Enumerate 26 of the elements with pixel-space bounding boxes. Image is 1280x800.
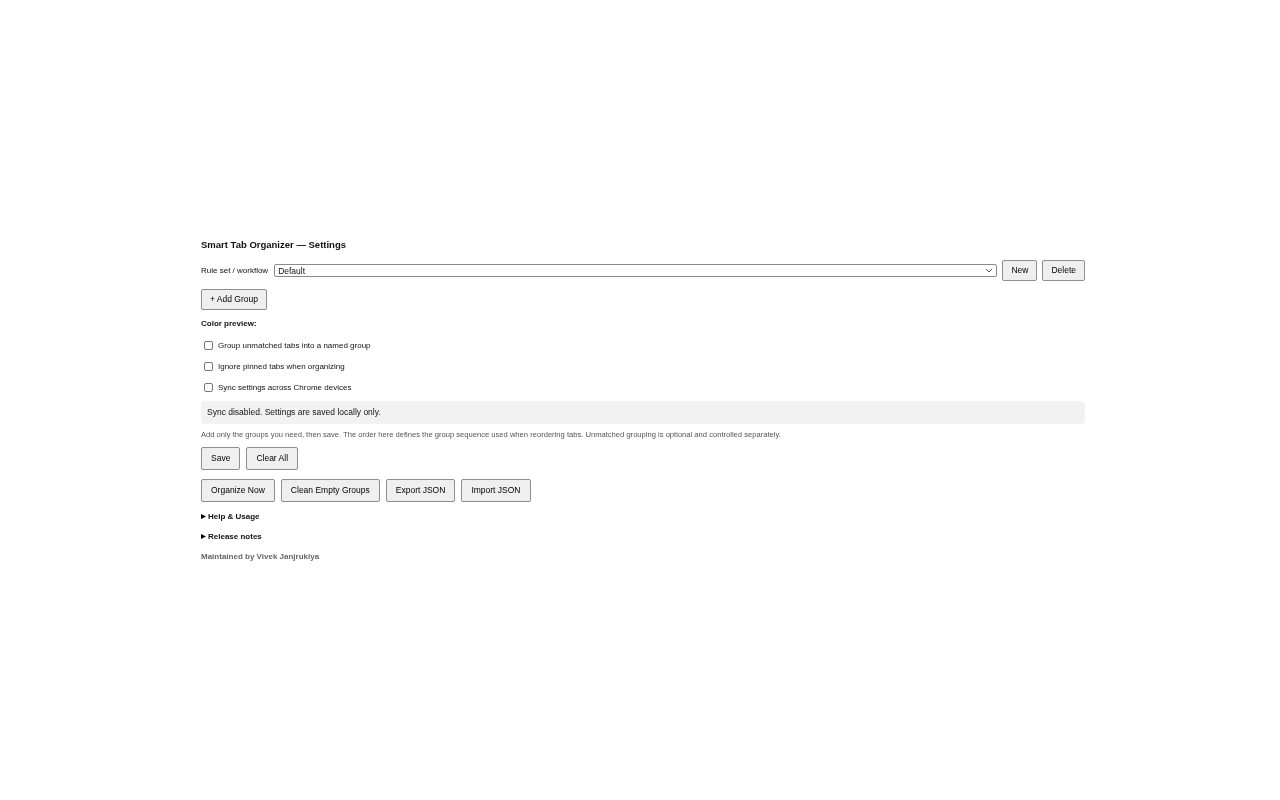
option-label: Sync settings across Chrome devices: [218, 382, 352, 392]
page-title: Smart Tab Organizer — Settings: [201, 239, 347, 251]
rule-set-select[interactable]: Default: [274, 264, 998, 277]
clear-all-button[interactable]: Clear All: [246, 447, 299, 470]
add-group-button[interactable]: + Add Group: [201, 289, 267, 310]
sync-status-message: Sync disabled. Settings are saved locally only.: [201, 401, 1085, 424]
maintainer-credit: Maintained by Vivek Janjrukiya: [201, 551, 321, 562]
checkbox[interactable]: [204, 382, 213, 392]
new-button[interactable]: New: [1002, 260, 1038, 281]
checkbox[interactable]: [204, 361, 213, 371]
option-label: Ignore pinned tabs when organizing: [218, 361, 345, 371]
action-button[interactable]: Export JSON: [385, 479, 456, 502]
disclosure-summary[interactable]: Release notes: [208, 532, 262, 541]
action-button[interactable]: Organize Now: [201, 479, 275, 502]
delete-button[interactable]: Delete: [1042, 260, 1085, 281]
color-preview-label: Color preview:: [201, 318, 258, 330]
save-button[interactable]: Save: [201, 447, 241, 470]
option-label: Group unmatched tabs into a named group: [218, 340, 371, 350]
triangle-right-icon[interactable]: [201, 534, 206, 539]
action-button[interactable]: Clean Empty Groups: [280, 479, 380, 502]
rule-set-label: Rule set / workflow: [201, 266, 269, 275]
chevron-down-icon: [985, 268, 994, 273]
checkbox[interactable]: [204, 340, 213, 350]
triangle-right-icon[interactable]: [201, 514, 206, 519]
disclosure-summary[interactable]: Help & Usage: [208, 512, 260, 521]
action-button[interactable]: Import JSON: [461, 479, 531, 502]
